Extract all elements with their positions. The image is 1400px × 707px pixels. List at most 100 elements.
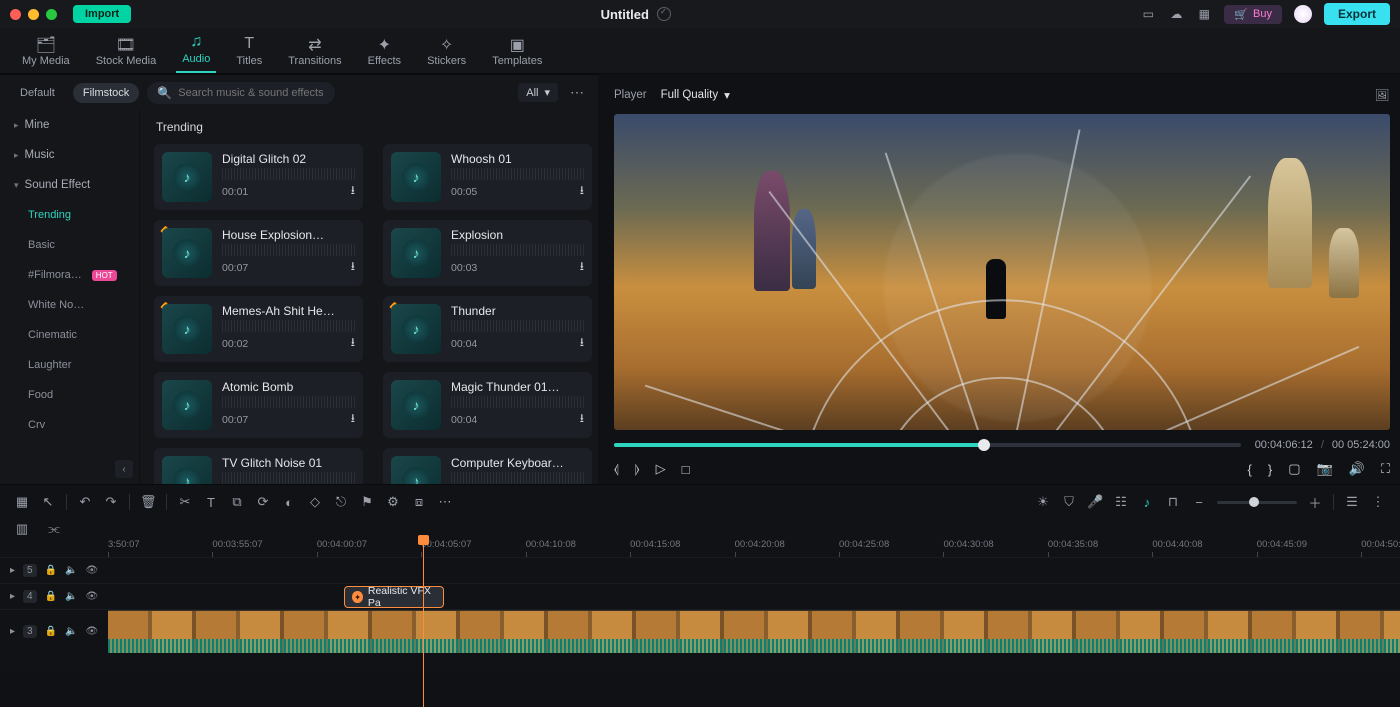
collapse-sidebar-button[interactable]: ‹ <box>115 460 133 478</box>
download-icon[interactable]: ⭳ <box>351 333 355 354</box>
display-mode-icon[interactable]: ▢ <box>1288 461 1300 477</box>
tab-stickers[interactable]: ✧Stickers <box>421 31 472 73</box>
link-toggle-icon[interactable]: ⫘ <box>46 521 62 537</box>
video-preview[interactable] <box>614 114 1390 430</box>
search-input[interactable] <box>178 87 325 99</box>
timeline-ruler[interactable]: 3:50:0700:03:55:0700:04:00:0700:04:05:07… <box>108 539 1400 557</box>
clip-vfx[interactable]: ✦ Realistic VFX Pa <box>344 586 444 608</box>
prev-frame-button[interactable]: ⦉ <box>614 461 619 477</box>
tab-stock-media[interactable]: 🎞Stock Media <box>90 31 163 73</box>
text-tool-icon[interactable]: T <box>203 495 219 510</box>
close-window-icon[interactable] <box>10 9 21 20</box>
search-input-wrap[interactable]: 🔍 <box>147 82 334 104</box>
download-icon[interactable]: ⭳ <box>351 409 355 430</box>
audio-card[interactable]: ♪Digital Glitch 0200:01⭳ <box>154 144 363 210</box>
zoom-out-icon[interactable]: − <box>1191 495 1207 510</box>
sidebar-sub-item[interactable]: Food <box>0 380 139 410</box>
visibility-icon[interactable]: 👁 <box>86 591 99 602</box>
delete-icon[interactable]: 🗑 <box>140 494 156 510</box>
zoom-slider-handle[interactable] <box>1249 497 1259 507</box>
tab-audio[interactable]: ♫Audio <box>176 29 216 73</box>
download-icon[interactable]: ⭳ <box>580 181 584 202</box>
adjust-icon[interactable]: ⚙ <box>385 494 401 510</box>
layout-grid-icon[interactable]: ▦ <box>14 494 30 510</box>
mute-icon[interactable]: 🔈 <box>65 626 77 637</box>
more-tools-icon[interactable]: ⋯ <box>437 494 453 510</box>
select-tool-icon[interactable]: ↖ <box>40 494 56 510</box>
source-pill-filmstock[interactable]: Filmstock <box>73 83 139 103</box>
mark-in-icon[interactable]: { <box>1248 462 1252 477</box>
track-header[interactable]: ▸ 4 🔒 🔈 👁 <box>0 590 108 603</box>
tab-transitions[interactable]: ⇄Transitions <box>282 31 347 73</box>
visibility-icon[interactable]: 👁 <box>86 626 99 637</box>
lock-icon[interactable]: 🔒 <box>45 626 57 637</box>
track-header[interactable]: ▸ 5 🔒 🔈 👁 <box>0 564 108 577</box>
download-icon[interactable]: ⭳ <box>580 257 584 278</box>
detach-audio-icon[interactable]: ⎋ <box>333 494 349 510</box>
sidebar-item-sound-effect[interactable]: ▾Sound Effect <box>0 170 139 200</box>
render-icon[interactable]: ☀ <box>1035 494 1051 510</box>
crop-icon[interactable]: ⧉ <box>229 494 245 510</box>
audio-card[interactable]: ♪Magic Thunder 01…00:04⭳ <box>383 372 592 438</box>
maximize-window-icon[interactable] <box>46 9 57 20</box>
download-icon[interactable]: ⭳ <box>580 333 584 354</box>
display-icon[interactable]: ▭ <box>1140 6 1156 22</box>
mute-icon[interactable]: 🔈 <box>65 565 77 576</box>
redo-icon[interactable]: ↷ <box>103 494 119 510</box>
mark-out-icon[interactable]: } <box>1268 462 1272 477</box>
export-button[interactable]: Export <box>1324 3 1390 25</box>
cloud-icon[interactable]: ☁ <box>1168 6 1184 22</box>
download-icon[interactable]: ⭳ <box>351 181 355 202</box>
zoom-slider[interactable] <box>1217 501 1297 504</box>
speed-icon[interactable]: ⟳ <box>255 494 271 510</box>
mute-icon[interactable]: 🔈 <box>65 591 77 602</box>
track-header[interactable]: ▸ 3 🔒 🔈 👁 <box>0 625 108 638</box>
scrubber-track[interactable] <box>614 443 1241 447</box>
keyframe-icon[interactable]: ◇ <box>307 494 323 510</box>
tab-templates[interactable]: ▣Templates <box>486 31 548 73</box>
marker-icon[interactable]: ⚑ <box>359 494 375 510</box>
download-icon[interactable]: ⭳ <box>580 409 584 430</box>
buy-button[interactable]: 🛒 Buy <box>1224 5 1282 24</box>
color-icon[interactable]: ◐ <box>281 495 297 510</box>
play-button[interactable]: ▷ <box>656 461 666 477</box>
video-clip[interactable] <box>108 610 1400 653</box>
sidebar-sub-item[interactable]: Trending <box>0 200 139 230</box>
track-settings-icon[interactable]: ⋮ <box>1370 494 1386 510</box>
zoom-in-icon[interactable]: ＋ <box>1307 493 1323 512</box>
minimize-window-icon[interactable] <box>28 9 39 20</box>
track-body[interactable]: ✦ Realistic VFX Pa <box>108 584 1400 609</box>
sidebar-sub-item[interactable]: Crv <box>0 410 139 440</box>
audio-card[interactable]: ♪Explosion00:03⭳ <box>383 220 592 286</box>
avatar[interactable] <box>1294 5 1312 23</box>
magnet-icon[interactable]: ⊓ <box>1165 494 1181 510</box>
audio-card[interactable]: ♪Computer Keyboar…00:17⭳ <box>383 448 592 484</box>
fullscreen-icon[interactable]: ⛶ <box>1381 461 1390 477</box>
audio-card[interactable]: 🔶♪House Explosion…00:07⭳ <box>154 220 363 286</box>
volume-icon[interactable]: 🔊 <box>1349 461 1365 477</box>
audio-card[interactable]: 🔶♪Thunder00:04⭳ <box>383 296 592 362</box>
tab-titles[interactable]: TTitles <box>230 31 268 73</box>
source-pill-default[interactable]: Default <box>10 83 65 103</box>
audio-card[interactable]: ♪Whoosh 0100:05⭳ <box>383 144 592 210</box>
filter-dropdown[interactable]: All ▾ <box>518 83 558 102</box>
import-button[interactable]: Import <box>73 5 131 23</box>
lock-icon[interactable]: 🔒 <box>45 591 57 602</box>
lock-icon[interactable]: 🔒 <box>45 565 57 576</box>
playhead[interactable] <box>423 539 424 707</box>
undo-icon[interactable]: ↶ <box>77 494 93 510</box>
quality-dropdown[interactable]: Full Quality ▾ <box>661 88 730 102</box>
sidebar-sub-item[interactable]: Basic <box>0 230 139 260</box>
next-frame-button[interactable]: ⦊ <box>635 461 640 477</box>
apps-grid-icon[interactable]: ▦ <box>1196 6 1212 22</box>
shield-icon[interactable]: ⛉ <box>1061 494 1077 510</box>
sidebar-item-music[interactable]: ▸Music <box>0 140 139 170</box>
audio-card[interactable]: 🔶♪Memes-Ah Shit He…00:02⭳ <box>154 296 363 362</box>
track-manage-icon[interactable]: ▥ <box>14 521 30 537</box>
mixer-icon[interactable]: ☷ <box>1113 494 1129 510</box>
audio-tool-icon[interactable]: ♪ <box>1139 495 1155 510</box>
split-icon[interactable]: ✂ <box>177 494 193 510</box>
sidebar-item-mine[interactable]: ▸Mine <box>0 110 139 140</box>
tab-my-media[interactable]: 🗂My Media <box>16 31 76 73</box>
download-icon[interactable]: ⭳ <box>351 257 355 278</box>
